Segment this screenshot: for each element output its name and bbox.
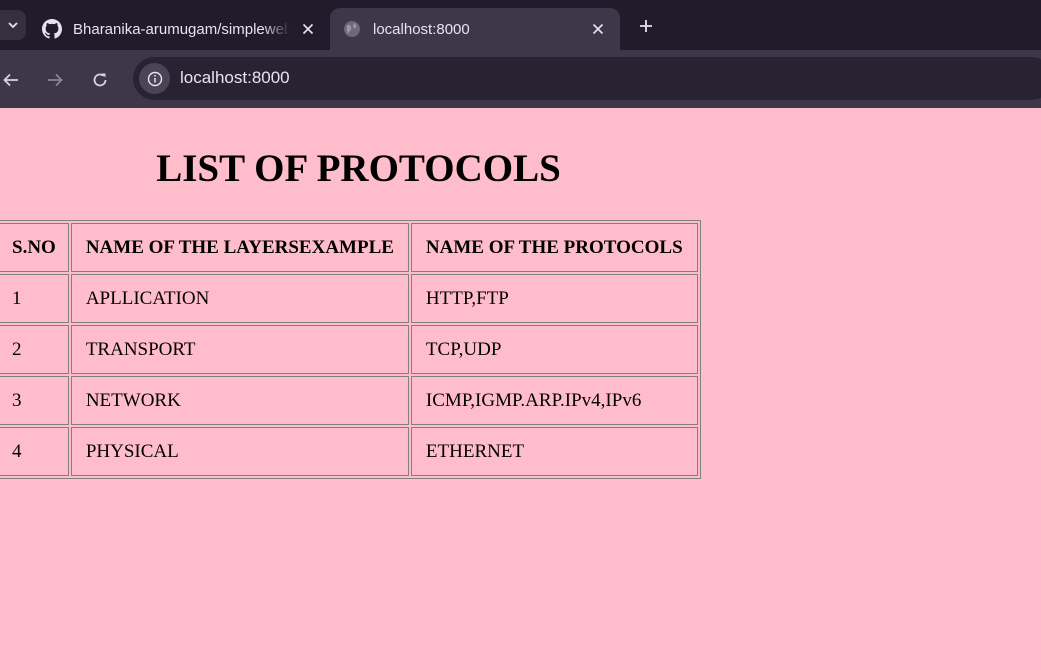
site-info-button[interactable] xyxy=(139,63,170,94)
table-cell: 2 xyxy=(0,325,69,374)
tab-search-button[interactable] xyxy=(0,10,26,40)
tab-localhost[interactable]: localhost:8000 xyxy=(330,8,620,50)
table-row: 4 PHYSICAL ETHERNET xyxy=(0,427,698,476)
plus-icon xyxy=(640,20,652,32)
column-header-protocols: NAME OF THE PROTOCOLS xyxy=(410,223,698,272)
browser-toolbar: localhost:8000 xyxy=(0,50,1041,108)
table-cell: 3 xyxy=(0,376,69,425)
close-icon[interactable] xyxy=(298,19,318,39)
arrow-left-icon xyxy=(3,73,18,87)
browser-chrome: Bharanika-arumugam/simplewebserver local… xyxy=(0,0,1041,108)
page-content: LIST OF PROTOCOLS S.NO NAME OF THE LAYER… xyxy=(0,108,1041,670)
protocols-table: S.NO NAME OF THE LAYERSEXAMPLE NAME OF T… xyxy=(0,220,701,479)
table-cell: NETWORK xyxy=(70,376,409,425)
tab-github[interactable]: Bharanika-arumugam/simplewebserver xyxy=(30,8,330,50)
new-tab-button[interactable] xyxy=(633,14,659,38)
table-cell: PHYSICAL xyxy=(70,427,409,476)
table-cell: TCP,UDP xyxy=(410,325,698,374)
page-title: LIST OF PROTOCOLS xyxy=(156,147,561,190)
address-bar[interactable]: localhost:8000 xyxy=(133,57,1041,100)
arrow-right-icon xyxy=(48,73,63,87)
table-cell: HTTP,FTP xyxy=(410,274,698,323)
tab-title: Bharanika-arumugam/simplewebserver xyxy=(73,20,290,38)
table-row: 3 NETWORK ICMP,IGMP.ARP.IPv4,IPv6 xyxy=(0,376,698,425)
column-header-layer: NAME OF THE LAYERSEXAMPLE xyxy=(70,223,409,272)
table-row: 2 TRANSPORT TCP,UDP xyxy=(0,325,698,374)
table-cell: APLLICATION xyxy=(70,274,409,323)
close-icon[interactable] xyxy=(588,19,608,39)
column-header-sno: S.NO xyxy=(0,223,69,272)
table-cell: ICMP,IGMP.ARP.IPv4,IPv6 xyxy=(410,376,698,425)
table-cell: 1 xyxy=(0,274,69,323)
github-icon xyxy=(42,19,62,39)
url-text: localhost:8000 xyxy=(180,68,290,87)
forward-button[interactable] xyxy=(41,66,69,94)
table-header-row: S.NO NAME OF THE LAYERSEXAMPLE NAME OF T… xyxy=(0,223,698,272)
tab-title: localhost:8000 xyxy=(373,20,470,38)
table-cell: TRANSPORT xyxy=(70,325,409,374)
table-cell: ETHERNET xyxy=(410,427,698,476)
table-row: 1 APLLICATION HTTP,FTP xyxy=(0,274,698,323)
reload-button[interactable] xyxy=(86,66,114,94)
chevron-down-icon xyxy=(8,22,18,29)
info-icon xyxy=(147,71,162,86)
tab-strip: Bharanika-arumugam/simplewebserver local… xyxy=(0,0,1041,50)
globe-icon xyxy=(342,19,362,39)
table-cell: 4 xyxy=(0,427,69,476)
reload-icon xyxy=(93,73,107,87)
back-button[interactable] xyxy=(0,66,25,94)
